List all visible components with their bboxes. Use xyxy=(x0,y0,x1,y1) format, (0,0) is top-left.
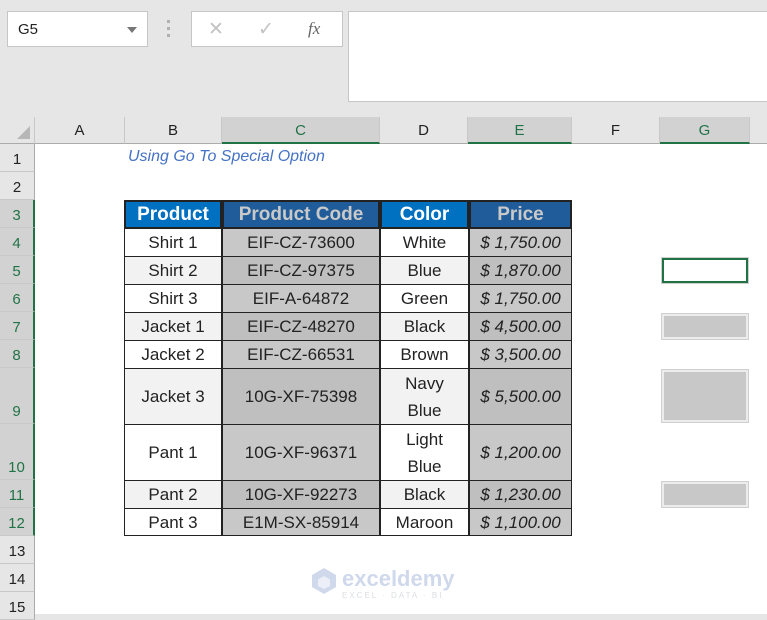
table-cell-product[interactable]: Pant 2 xyxy=(124,480,222,509)
table-cell-color[interactable]: Navy Blue xyxy=(380,368,469,425)
watermark-name: exceldemy xyxy=(342,566,455,591)
formula-input[interactable] xyxy=(348,11,767,102)
table-cell-color[interactable]: White xyxy=(380,228,469,257)
table-cell-product[interactable]: Shirt 3 xyxy=(124,284,222,313)
table-cell-price[interactable]: $ 1,750.00 xyxy=(469,228,572,257)
table-cell-code[interactable]: EIF-A-64872 xyxy=(222,284,380,313)
row-header-12[interactable]: 12 xyxy=(0,508,35,536)
table-cell-price[interactable]: $ 3,500.00 xyxy=(469,340,572,369)
table-cell-code[interactable]: EIF-CZ-66531 xyxy=(222,340,380,369)
selected-cell-g9[interactable] xyxy=(661,369,749,423)
table-cell-color[interactable]: Black xyxy=(380,312,469,341)
insert-function-icon[interactable]: fx xyxy=(308,19,320,39)
column-header-g[interactable]: G xyxy=(660,117,750,144)
row-header-14[interactable]: 14 xyxy=(0,564,35,592)
column-header-e[interactable]: E xyxy=(468,117,572,144)
table-cell-price[interactable]: $ 1,870.00 xyxy=(469,256,572,285)
table-cell-color[interactable]: Light Blue xyxy=(380,424,469,481)
table-cell-price[interactable]: $ 1,750.00 xyxy=(469,284,572,313)
row-header-9[interactable]: 9 xyxy=(0,368,35,424)
table-cell-product[interactable]: Pant 1 xyxy=(124,424,222,481)
sheet-title: Using Go To Special Option xyxy=(128,148,325,165)
column-header-a[interactable]: A xyxy=(35,117,125,144)
watermark-tagline: EXCEL · DATA · BI xyxy=(342,591,444,600)
chevron-down-icon[interactable] xyxy=(127,27,137,33)
select-all-button[interactable] xyxy=(0,117,35,144)
table-header-product-code[interactable]: Product Code xyxy=(222,200,380,229)
table-cell-code[interactable]: EIF-CZ-73600 xyxy=(222,228,380,257)
table-cell-color[interactable]: Blue xyxy=(380,256,469,285)
table-cell-code[interactable]: EIF-CZ-97375 xyxy=(222,256,380,285)
column-header-h[interactable] xyxy=(750,117,767,144)
table-cell-product[interactable]: Shirt 1 xyxy=(124,228,222,257)
drag-handle-icon[interactable] xyxy=(167,20,171,40)
formula-buttons: ✕ ✓ fx xyxy=(191,11,343,47)
row-header-8[interactable]: 8 xyxy=(0,340,35,368)
table-cell-price[interactable]: $ 1,200.00 xyxy=(469,424,572,481)
table-cell-price[interactable]: $ 1,230.00 xyxy=(469,480,572,509)
exceldemy-logo-icon xyxy=(312,568,336,594)
table-cell-code[interactable]: 10G-XF-96371 xyxy=(222,424,380,481)
table-cell-product[interactable]: Jacket 2 xyxy=(124,340,222,369)
table-cell-price[interactable]: $ 4,500.00 xyxy=(469,312,572,341)
table-cell-product[interactable]: Pant 3 xyxy=(124,508,222,536)
row-header-1[interactable]: 1 xyxy=(0,144,35,172)
column-header-c[interactable]: C xyxy=(222,117,380,144)
table-cell-color[interactable]: Green xyxy=(380,284,469,313)
table-cell-product[interactable]: Jacket 1 xyxy=(124,312,222,341)
table-header-price[interactable]: Price xyxy=(469,200,572,229)
row-header-3[interactable]: 3 xyxy=(0,200,35,228)
table-header-color[interactable]: Color xyxy=(380,200,469,229)
selected-cell-g7[interactable] xyxy=(661,313,749,340)
table-cell-color[interactable]: Maroon xyxy=(380,508,469,536)
select-all-icon xyxy=(17,126,30,139)
row-header-10[interactable]: 10 xyxy=(0,424,35,480)
table-cell-code[interactable]: E1M-SX-85914 xyxy=(222,508,380,536)
name-box-value: G5 xyxy=(18,21,39,38)
row-header-4[interactable]: 4 xyxy=(0,228,35,256)
row-header-7[interactable]: 7 xyxy=(0,312,35,340)
selected-cell-g11[interactable] xyxy=(661,481,749,508)
table-cell-price[interactable]: $ 1,100.00 xyxy=(469,508,572,536)
enter-icon[interactable]: ✓ xyxy=(258,18,274,41)
table-header-product[interactable]: Product xyxy=(124,200,222,229)
active-cell-g5[interactable] xyxy=(661,257,749,284)
table-cell-code[interactable]: 10G-XF-92273 xyxy=(222,480,380,509)
table-cell-code[interactable]: 10G-XF-75398 xyxy=(222,368,380,425)
table-cell-code[interactable]: EIF-CZ-48270 xyxy=(222,312,380,341)
row-header-2[interactable]: 2 xyxy=(0,172,35,200)
table-cell-price[interactable]: $ 5,500.00 xyxy=(469,368,572,425)
column-header-d[interactable]: D xyxy=(380,117,468,144)
column-header-f[interactable]: F xyxy=(572,117,660,144)
row-header-13[interactable]: 13 xyxy=(0,536,35,564)
table-cell-color[interactable]: Black xyxy=(380,480,469,509)
table-cell-product[interactable]: Shirt 2 xyxy=(124,256,222,285)
column-header-b[interactable]: B xyxy=(125,117,222,144)
row-header-5[interactable]: 5 xyxy=(0,256,35,284)
row-header-15[interactable]: 15 xyxy=(0,592,35,620)
table-cell-color[interactable]: Brown xyxy=(380,340,469,369)
name-box[interactable]: G5 xyxy=(7,11,148,47)
table-cell-product[interactable]: Jacket 3 xyxy=(124,368,222,425)
cancel-icon[interactable]: ✕ xyxy=(208,18,224,41)
row-header-6[interactable]: 6 xyxy=(0,284,35,312)
row-header-11[interactable]: 11 xyxy=(0,480,35,508)
